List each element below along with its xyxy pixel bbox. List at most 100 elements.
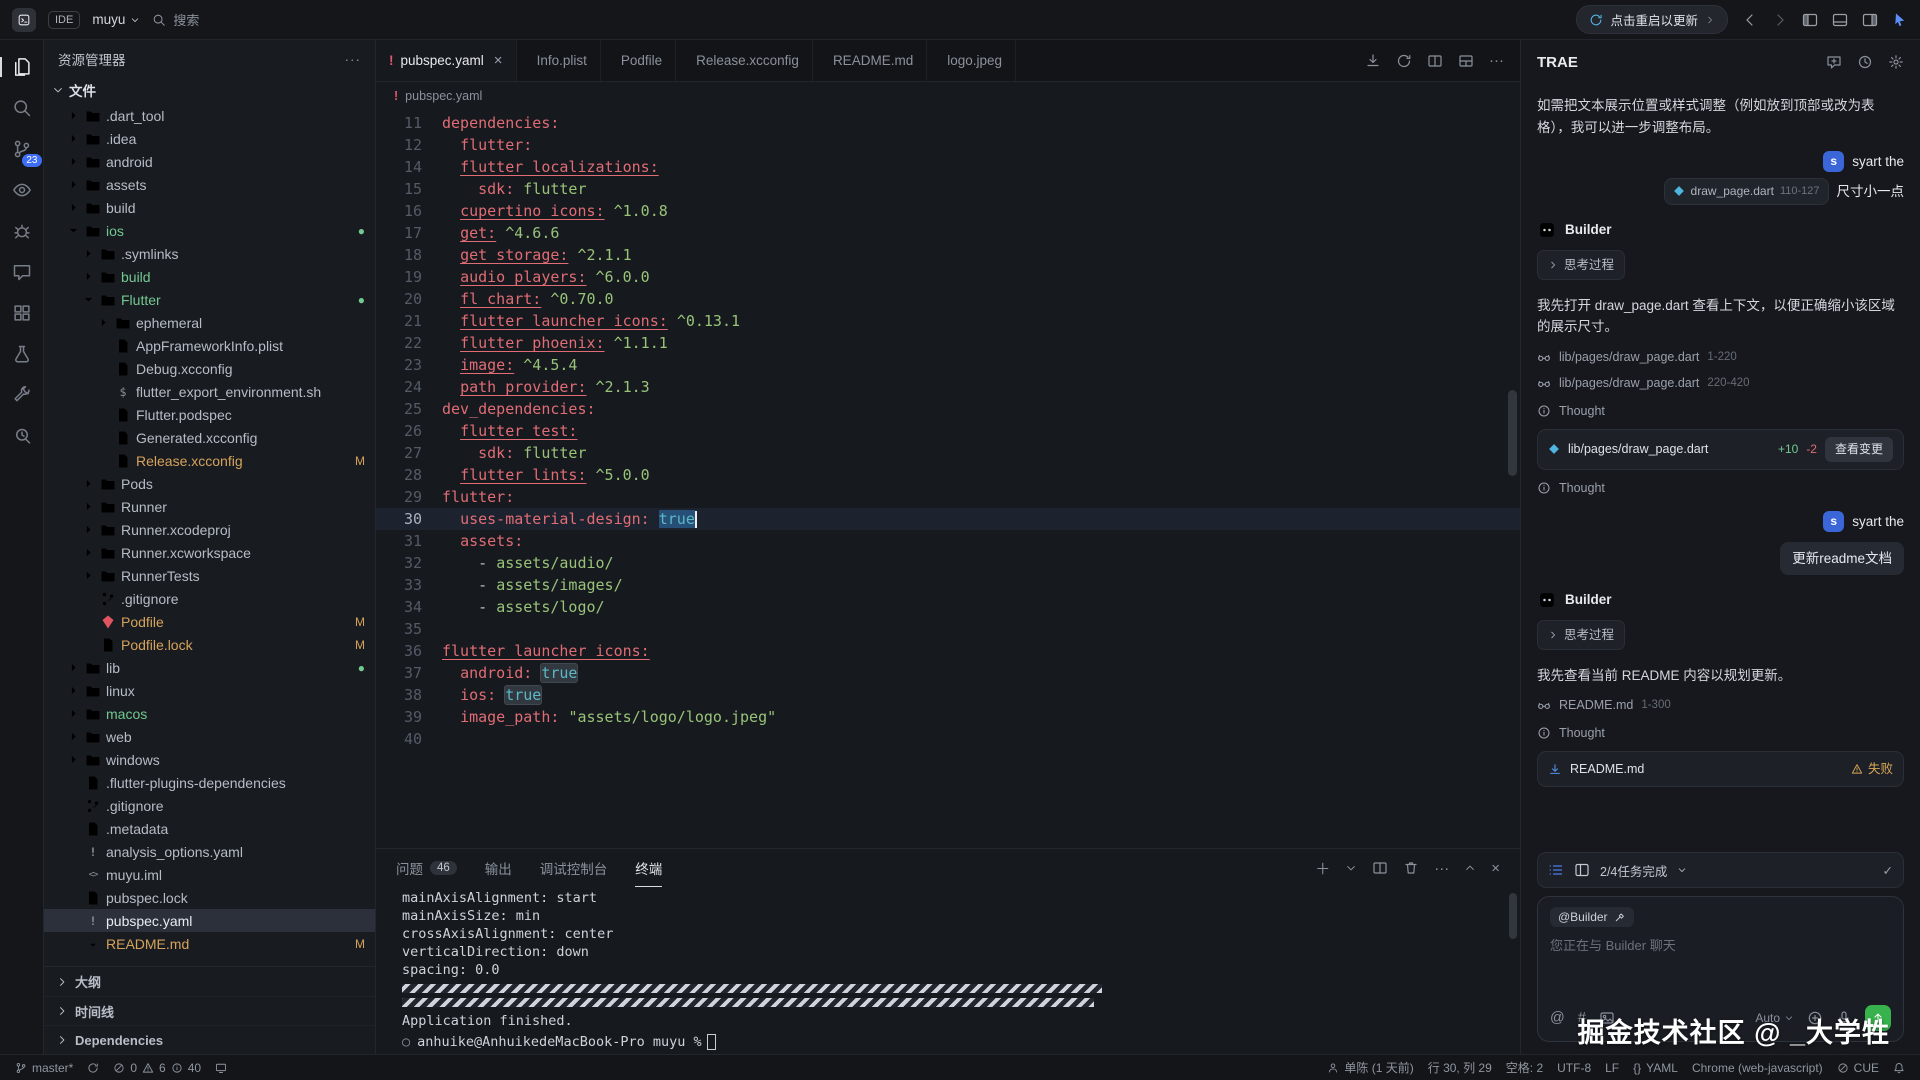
language-mode-indicator[interactable]: {}YAML xyxy=(1626,1055,1685,1080)
image-attach-icon[interactable] xyxy=(1599,1010,1615,1026)
tree-item-build[interactable]: build xyxy=(44,265,375,288)
task-progress-bar[interactable]: 2/4任务完成 ✓ xyxy=(1537,852,1904,888)
sync-icon[interactable] xyxy=(1396,53,1412,69)
close-tab-icon[interactable]: × xyxy=(494,52,503,69)
thought-row[interactable]: Thought xyxy=(1537,478,1904,498)
tree-item-lib[interactable]: lib● xyxy=(44,656,375,679)
activity-explorer[interactable] xyxy=(3,48,41,86)
cursor-position-indicator[interactable]: 行 30, 列 29 xyxy=(1421,1055,1499,1080)
timeline-section[interactable]: 时间线 xyxy=(44,996,375,1025)
tree-item-macos[interactable]: macos xyxy=(44,702,375,725)
activity-remote[interactable] xyxy=(3,417,41,455)
code-line-29[interactable]: 29flutter: xyxy=(376,486,1520,508)
tree-item-Runner.xcworkspace[interactable]: Runner.xcworkspace xyxy=(44,541,375,564)
indentation-indicator[interactable]: 空格: 2 xyxy=(1499,1055,1550,1080)
code-line-40[interactable]: 40 xyxy=(376,728,1520,750)
terminal-scrollbar[interactable] xyxy=(1509,893,1517,939)
code-line-18[interactable]: 18 get_storage: ^2.1.1 xyxy=(376,244,1520,266)
code-line-15[interactable]: 15 sdk: flutter xyxy=(376,178,1520,200)
encoding-indicator[interactable]: UTF-8 xyxy=(1550,1055,1598,1080)
editor-tab-Release.xcconfig[interactable]: Release.xcconfig xyxy=(676,40,813,81)
dependencies-section[interactable]: Dependencies xyxy=(44,1025,375,1054)
app-logo[interactable] xyxy=(12,8,36,32)
tree-item-pubspec.lock[interactable]: pubspec.lock xyxy=(44,886,375,909)
global-search[interactable]: 搜索 xyxy=(152,10,199,29)
tree-item-Flutter.podspec[interactable]: Flutter.podspec xyxy=(44,403,375,426)
toggle-left-sidebar-button[interactable] xyxy=(1802,12,1818,28)
tree-item-Release.xcconfig[interactable]: Release.xcconfigM xyxy=(44,449,375,472)
code-line-12[interactable]: 12 flutter: xyxy=(376,134,1520,156)
mention-icon[interactable]: @ xyxy=(1550,1010,1565,1026)
code-line-34[interactable]: 34 - assets/logo/ xyxy=(376,596,1520,618)
diff-card[interactable]: lib/pages/draw_page.dart+10-2查看变更 xyxy=(1537,429,1904,470)
activity-extensions[interactable] xyxy=(3,294,41,332)
panel-tab-调试控制台[interactable]: 调试控制台 xyxy=(540,849,608,887)
project-switcher[interactable]: muyu xyxy=(92,12,140,27)
split-editor-icon[interactable] xyxy=(1427,53,1443,69)
code-line-24[interactable]: 24 path_provider: ^2.1.3 xyxy=(376,376,1520,398)
activity-testing[interactable] xyxy=(3,335,41,373)
trash-icon[interactable] xyxy=(1403,860,1419,876)
tree-item-build[interactable]: build xyxy=(44,196,375,219)
code-line-35[interactable]: 35 xyxy=(376,618,1520,640)
git-branch-indicator[interactable]: master* xyxy=(8,1055,80,1080)
model-mode-selector[interactable]: Auto xyxy=(1755,1011,1794,1025)
history-icon[interactable] xyxy=(1857,54,1873,70)
activity-tools[interactable] xyxy=(3,376,41,414)
context-hash-icon[interactable]: # xyxy=(1578,1010,1586,1026)
terminal-prompt-line[interactable]: ○anhuike@AnhuikedeMacBook-Pro muyu % xyxy=(402,1033,1520,1051)
tree-item-Flutter[interactable]: Flutter● xyxy=(44,288,375,311)
activity-chat[interactable] xyxy=(3,253,41,291)
tree-item-android[interactable]: android xyxy=(44,150,375,173)
editor-tab-Podfile[interactable]: Podfile xyxy=(601,40,676,81)
file-read-row[interactable]: lib/pages/draw_page.dart1-220 xyxy=(1537,347,1904,367)
pointer-tool-icon[interactable] xyxy=(1892,12,1908,28)
runtime-indicator[interactable]: Chrome (web-javascript) xyxy=(1685,1055,1830,1080)
problems-indicator[interactable]: 0 6 40 xyxy=(106,1055,208,1080)
new-terminal-icon[interactable]: ＋ xyxy=(1315,858,1330,879)
code-line-33[interactable]: 33 - assets/images/ xyxy=(376,574,1520,596)
tree-item-.metadata[interactable]: .metadata xyxy=(44,817,375,840)
code-line-23[interactable]: 23 image: ^4.5.4 xyxy=(376,354,1520,376)
chat-input-placeholder[interactable]: 您正在与 Builder 聊天 xyxy=(1550,935,1891,997)
tree-item-ios[interactable]: ios● xyxy=(44,219,375,242)
tree-item-web[interactable]: web xyxy=(44,725,375,748)
code-line-36[interactable]: 36flutter_launcher_icons: xyxy=(376,640,1520,662)
activity-debug[interactable] xyxy=(3,212,41,250)
tree-item-Podfile[interactable]: PodfileM xyxy=(44,610,375,633)
code-line-37[interactable]: 37 android: true xyxy=(376,662,1520,684)
tree-item-flutter_export_environment.sh[interactable]: $flutter_export_environment.sh xyxy=(44,380,375,403)
tree-item-Podfile.lock[interactable]: Podfile.lockM xyxy=(44,633,375,656)
code-line-19[interactable]: 19 audio_players: ^6.0.0 xyxy=(376,266,1520,288)
panel-tab-输出[interactable]: 输出 xyxy=(485,849,512,887)
tree-item-.gitignore[interactable]: .gitignore xyxy=(44,794,375,817)
code-line-28[interactable]: 28 flutter_lints: ^5.0.0 xyxy=(376,464,1520,486)
activity-preview[interactable] xyxy=(3,171,41,209)
download-icon[interactable] xyxy=(1365,53,1381,69)
tree-item-assets[interactable]: assets xyxy=(44,173,375,196)
explorer-more-button[interactable]: ··· xyxy=(345,52,362,67)
terminal[interactable]: mainAxisAlignment: startmainAxisSize: mi… xyxy=(376,887,1520,1054)
task-check-icon[interactable]: ✓ xyxy=(1883,863,1893,878)
code-line-38[interactable]: 38 ios: true xyxy=(376,684,1520,706)
panel-tab-终端[interactable]: 终端 xyxy=(635,849,662,887)
tree-item-pubspec.yaml[interactable]: !pubspec.yaml xyxy=(44,909,375,932)
code-line-26[interactable]: 26 flutter_test: xyxy=(376,420,1520,442)
code-line-30[interactable]: 30 uses-material-design: true xyxy=(376,508,1520,530)
code-line-25[interactable]: 25dev_dependencies: xyxy=(376,398,1520,420)
send-button[interactable] xyxy=(1865,1005,1891,1031)
settings-gear-icon[interactable] xyxy=(1888,54,1904,70)
thought-row[interactable]: Thought xyxy=(1537,723,1904,743)
tree-item-Runner.xcodeproj[interactable]: Runner.xcodeproj xyxy=(44,518,375,541)
activity-search[interactable] xyxy=(3,89,41,127)
code-line-39[interactable]: 39 image_path: "assets/logo/logo.jpeg" xyxy=(376,706,1520,728)
sync-changes-button[interactable] xyxy=(80,1055,106,1080)
context-file-chip[interactable]: draw_page.dart110-127 xyxy=(1664,178,1829,205)
code-line-31[interactable]: 31 assets: xyxy=(376,530,1520,552)
panel-tab-问题[interactable]: 问题46 xyxy=(396,849,457,887)
editor-tab-README.md[interactable]: README.md xyxy=(813,40,927,81)
layout-grid-icon[interactable] xyxy=(1458,53,1474,69)
thought-process-toggle[interactable]: 思考过程 xyxy=(1537,620,1625,650)
editor-tab-Info.plist[interactable]: Info.plist xyxy=(517,40,601,81)
thought-row[interactable]: Thought xyxy=(1537,401,1904,421)
